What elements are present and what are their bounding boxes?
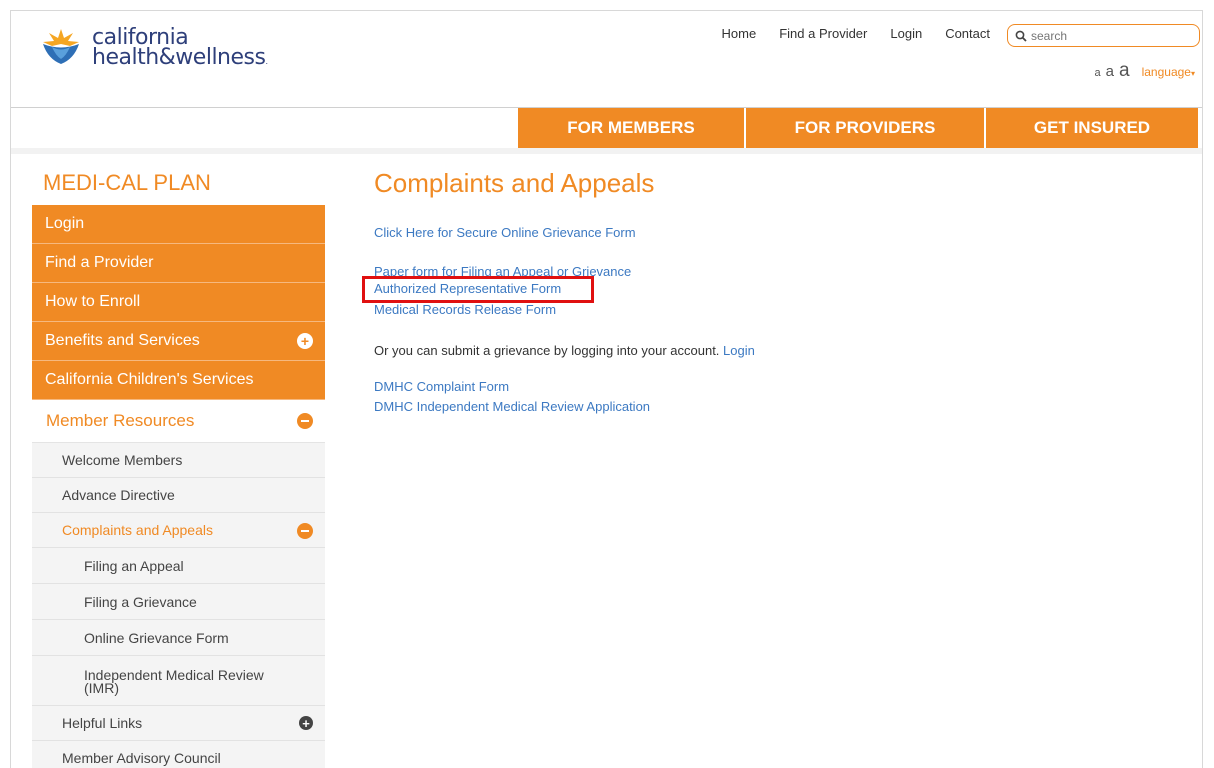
submit-grievance-text: Or you can submit a grievance by logging… [374, 343, 755, 358]
language-dropdown[interactable]: language▾ [1142, 65, 1195, 79]
collapse-minus-icon[interactable] [297, 523, 313, 539]
dmhc-imr-application-link[interactable]: DMHC Independent Medical Review Applicat… [374, 399, 650, 414]
sidebar-title: MEDI-CAL PLAN [32, 154, 325, 205]
sidebar-subsub-filing-appeal[interactable]: Filing an Appeal [32, 548, 325, 584]
sidebar-item-label: California Children's Services [45, 371, 254, 388]
sidebar-item-ccs[interactable]: California Children's Services [32, 361, 325, 400]
sidebar-sub-advance-directive[interactable]: Advance Directive [32, 478, 325, 513]
sidebar-sub-label: Helpful Links [62, 715, 143, 731]
sidebar-sub-welcome[interactable]: Welcome Members [32, 443, 325, 478]
text-size-small[interactable]: a [1095, 67, 1101, 79]
main-content: Complaints and Appeals Click Here for Se… [374, 168, 755, 414]
nav-for-providers[interactable]: FOR PROVIDERS [746, 108, 986, 148]
utility-nav: Home Find a Provider Login Contact [722, 26, 990, 41]
sidebar-sub-helpful-links[interactable]: Helpful Links + [32, 706, 325, 741]
collapse-minus-icon[interactable] [297, 413, 313, 429]
sidebar-subsub-filing-grievance[interactable]: Filing a Grievance [32, 584, 325, 620]
submit-grievance-label: Or you can submit a grievance by logging… [374, 343, 720, 358]
sidebar-sub-complaints[interactable]: Complaints and Appeals [32, 513, 325, 548]
nav-get-insured[interactable]: GET INSURED [986, 108, 1198, 148]
secure-grievance-form-link[interactable]: Click Here for Secure Online Grievance F… [374, 225, 636, 240]
caret-down-icon: ▾ [1190, 69, 1195, 78]
sidebar-item-how-to-enroll[interactable]: How to Enroll [32, 283, 325, 322]
logo-mark-icon [43, 29, 79, 64]
text-size-controls: a a a language▾ [1095, 60, 1195, 82]
sidebar-item-label: Find a Provider [45, 254, 154, 271]
sidebar-item-member-resources[interactable]: Member Resources [32, 400, 325, 443]
medical-records-release-link[interactable]: Medical Records Release Form [374, 302, 556, 317]
brand-line-2: health&wellness. [92, 45, 268, 70]
sidebar-sub-label: Complaints and Appeals [62, 522, 213, 538]
nav-for-members[interactable]: FOR MEMBERS [518, 108, 746, 148]
sidebar: MEDI-CAL PLAN Login Find a Provider How … [32, 154, 325, 768]
brand-tm: . [265, 57, 268, 66]
site-logo[interactable]: california health&wellness. [38, 21, 338, 81]
highlight-annotation [362, 276, 594, 303]
main-nav: FOR MEMBERS FOR PROVIDERS GET INSURED [518, 108, 1198, 148]
text-size-medium[interactable]: a [1106, 63, 1114, 80]
imr-line-2: (IMR) [84, 679, 119, 696]
sidebar-subsub-imr[interactable]: Independent Medical Review (IMR) [32, 656, 325, 706]
sidebar-item-benefits[interactable]: Benefits and Services + [32, 322, 325, 361]
search-icon [1015, 30, 1027, 42]
sidebar-subsub-online-grievance[interactable]: Online Grievance Form [32, 620, 325, 656]
sidebar-item-label: How to Enroll [45, 293, 141, 310]
top-nav-login[interactable]: Login [890, 26, 922, 41]
sidebar-item-label: Login [45, 215, 85, 232]
brand-line-2-text: health&wellness [92, 45, 266, 70]
sidebar-item-login[interactable]: Login [32, 205, 325, 244]
inline-login-link[interactable]: Login [723, 343, 755, 358]
page-title: Complaints and Appeals [374, 168, 655, 198]
expand-plus-icon[interactable]: + [297, 333, 313, 349]
text-size-large[interactable]: a [1119, 60, 1130, 82]
top-nav-find-provider[interactable]: Find a Provider [779, 26, 867, 41]
sidebar-sub-advisory-council[interactable]: Member Advisory Council [32, 741, 325, 768]
search-box[interactable] [1007, 24, 1200, 47]
imr-label: Independent Medical Review (IMR) [84, 668, 264, 696]
sidebar-item-find-provider[interactable]: Find a Provider [32, 244, 325, 283]
dmhc-complaint-form-link[interactable]: DMHC Complaint Form [374, 379, 509, 394]
sidebar-item-label: Benefits and Services [45, 332, 200, 349]
search-input[interactable] [1031, 28, 1191, 43]
language-label: language [1141, 65, 1191, 79]
expand-plus-icon[interactable]: + [299, 716, 313, 730]
sidebar-item-label: Member Resources [46, 411, 195, 430]
top-nav-contact[interactable]: Contact [945, 26, 990, 41]
top-nav-home[interactable]: Home [722, 26, 757, 41]
